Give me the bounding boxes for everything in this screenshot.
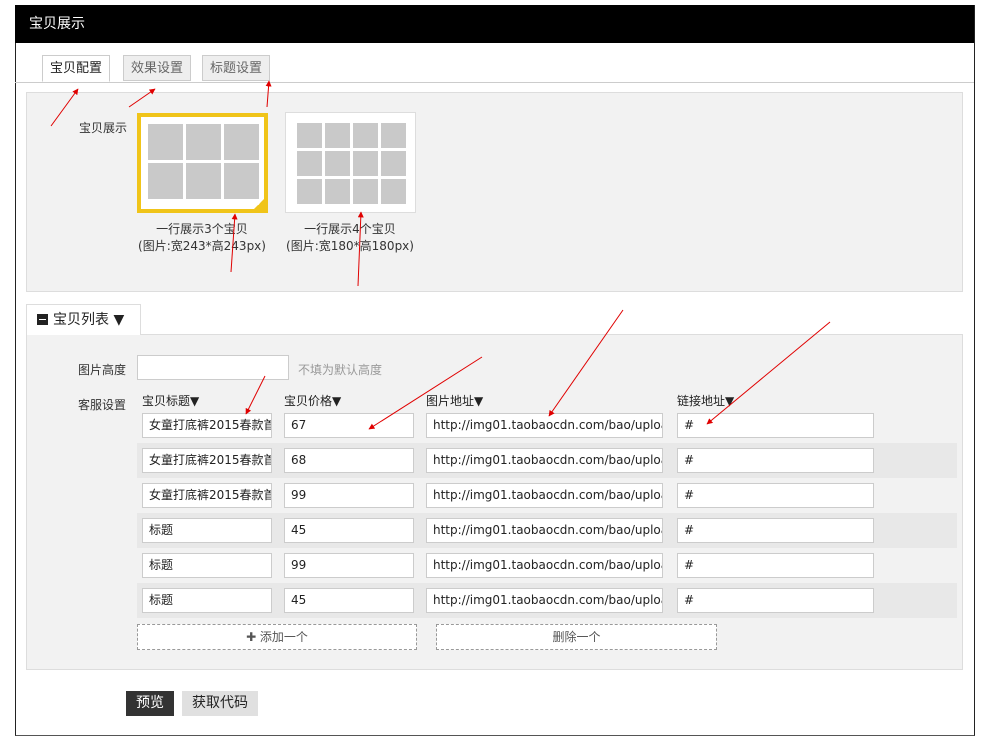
- item-link-input[interactable]: #: [677, 448, 874, 473]
- item-price-input[interactable]: 99: [284, 553, 414, 578]
- layout-3-caption-line2: (图片:宽243*高243px): [138, 239, 266, 253]
- item-link-input[interactable]: #: [677, 553, 874, 578]
- column-header-image-url[interactable]: 图片地址▼: [426, 392, 483, 409]
- grid-cell: [381, 179, 406, 204]
- grid-cell: [224, 163, 259, 199]
- column-header-title[interactable]: 宝贝标题▼: [142, 392, 199, 409]
- image-height-input[interactable]: [137, 355, 289, 380]
- item-title-input[interactable]: 女童打底裤2015春款首: [142, 483, 272, 508]
- item-title-input[interactable]: 标题: [142, 518, 272, 543]
- checkmark-icon: ✓: [255, 198, 264, 209]
- grid-cell: [186, 163, 221, 199]
- item-image-url-input[interactable]: http://img01.taobaocdn.com/bao/upload: [426, 413, 663, 438]
- grid-cell: [186, 124, 221, 160]
- grid-cell: [325, 179, 350, 204]
- tab-item-config[interactable]: 宝贝配置: [42, 55, 111, 82]
- layout-4-caption-line2: (图片:宽180*高180px): [286, 239, 414, 253]
- grid-cell: [297, 123, 322, 148]
- item-title-input[interactable]: 女童打底裤2015春款首: [142, 448, 272, 473]
- layout-4-per-row-option[interactable]: [286, 113, 415, 212]
- collapse-icon: [37, 313, 48, 325]
- get-code-button[interactable]: 获取代码: [182, 691, 258, 716]
- item-list-label: 宝贝列表 ▼: [53, 312, 125, 328]
- grid-cell: [224, 124, 259, 160]
- tab-title-settings[interactable]: 标题设置: [202, 55, 271, 81]
- item-image-url-input[interactable]: http://img01.taobaocdn.com/bao/upload: [426, 448, 663, 473]
- item-price-input[interactable]: 45: [284, 518, 414, 543]
- item-image-url-input[interactable]: http://img01.taobaocdn.com/bao/upload: [426, 553, 663, 578]
- layout-3-per-row-option[interactable]: ✓: [137, 113, 268, 213]
- grid-cell: [297, 179, 322, 204]
- grid-cell: [297, 151, 322, 176]
- grid-cell: [353, 123, 378, 148]
- layout-3-caption-line1: 一行展示3个宝贝: [156, 222, 248, 236]
- delete-item-button[interactable]: 删除一个: [436, 624, 717, 650]
- grid-cell: [353, 151, 378, 176]
- item-price-input[interactable]: 99: [284, 483, 414, 508]
- item-link-input[interactable]: #: [677, 413, 874, 438]
- item-price-input[interactable]: 45: [284, 588, 414, 613]
- add-item-button[interactable]: ✚ 添加一个: [137, 624, 417, 650]
- grid-cell: [325, 151, 350, 176]
- item-title-input[interactable]: 标题: [142, 553, 272, 578]
- item-title-input[interactable]: 标题: [142, 588, 272, 613]
- tab-bar: 宝贝配置 效果设置 标题设置: [15, 43, 974, 83]
- grid-cell: [148, 124, 183, 160]
- item-list-toggle[interactable]: 宝贝列表 ▼: [26, 304, 141, 335]
- item-price-input[interactable]: 67: [284, 413, 414, 438]
- grid-cell: [148, 163, 183, 199]
- layout-3-caption: 一行展示3个宝贝 (图片:宽243*高243px): [127, 221, 277, 255]
- item-price-input[interactable]: 68: [284, 448, 414, 473]
- item-image-url-input[interactable]: http://img01.taobaocdn.com/bao/upload: [426, 483, 663, 508]
- layout-4-caption: 一行展示4个宝贝 (图片:宽180*高180px): [275, 221, 425, 255]
- item-image-url-input[interactable]: http://img01.taobaocdn.com/bao/upload: [426, 588, 663, 613]
- column-header-link-url[interactable]: 链接地址▼: [677, 392, 734, 409]
- item-link-input[interactable]: #: [677, 518, 874, 543]
- tab-effect-settings[interactable]: 效果设置: [123, 55, 192, 81]
- item-title-input[interactable]: 女童打底裤2015春款首: [142, 413, 272, 438]
- preview-button[interactable]: 预览: [126, 691, 174, 716]
- item-image-url-input[interactable]: http://img01.taobaocdn.com/bao/upload: [426, 518, 663, 543]
- grid-cell: [325, 123, 350, 148]
- image-height-hint: 不填为默认高度: [298, 363, 383, 377]
- image-height-label: 图片高度: [78, 363, 127, 377]
- column-header-price[interactable]: 宝贝价格▼: [284, 392, 341, 409]
- grid-cell: [381, 123, 406, 148]
- service-settings-label: 客服设置: [78, 398, 127, 412]
- grid-cell: [381, 151, 406, 176]
- display-label: 宝贝展示: [79, 121, 128, 135]
- item-link-input[interactable]: #: [677, 483, 874, 508]
- item-link-input[interactable]: #: [677, 588, 874, 613]
- grid-cell: [353, 179, 378, 204]
- window-title: 宝贝展示: [15, 5, 974, 43]
- layout-4-caption-line1: 一行展示4个宝贝: [304, 222, 396, 236]
